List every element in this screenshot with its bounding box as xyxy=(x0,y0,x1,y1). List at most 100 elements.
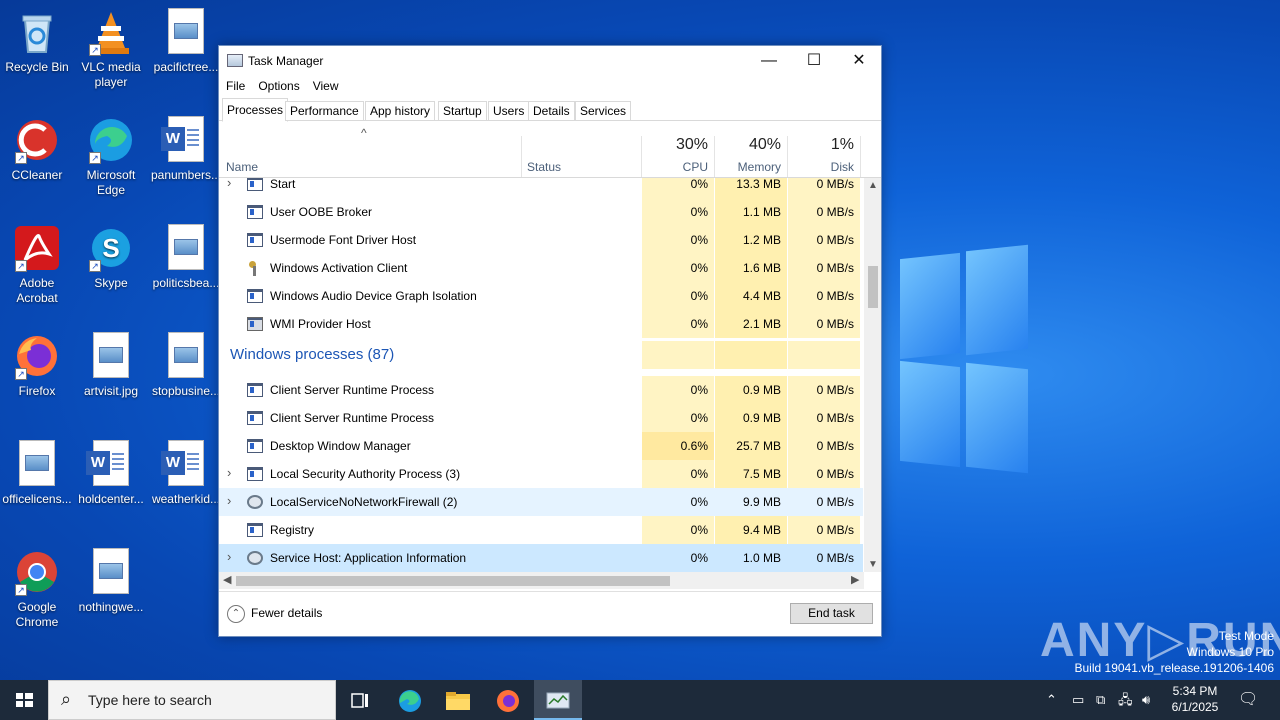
process-memory: 1.2 MB xyxy=(715,226,787,254)
taskbar-clock[interactable]: 5:34 PM 6/1/2025 xyxy=(1160,683,1230,715)
process-memory: 9.9 MB xyxy=(742,495,781,509)
desktop-icon-weatherkid[interactable]: W weatherkid... xyxy=(149,440,223,507)
tab-processes[interactable]: Processes xyxy=(222,98,289,122)
process-row[interactable]: Desktop Window Manager 0.6% 25.7 MB 0 MB/s xyxy=(219,432,863,460)
expand-chevron-icon[interactable]: › xyxy=(227,178,231,196)
column-name[interactable]: Name xyxy=(219,121,521,178)
desktop-icon-skype[interactable]: S ↗ Skype xyxy=(74,224,148,291)
scroll-right-icon[interactable]: ▶ xyxy=(851,573,859,586)
desktop-icon-panumbers[interactable]: W panumbers... xyxy=(149,116,223,183)
tab-users[interactable]: Users xyxy=(488,101,530,121)
process-row[interactable]: › LocalServiceNoNetworkFirewall (2) 0% 9.9 … xyxy=(219,488,863,516)
process-row[interactable]: Registry 0% 9.4 MB 0 MB/s xyxy=(219,516,863,544)
column-memory[interactable]: 40% Memory xyxy=(715,121,787,178)
process-name: Usermode Font Driver Host xyxy=(270,233,417,247)
scroll-thumb[interactable] xyxy=(236,576,670,586)
notification-icon[interactable]: 🗨︎ xyxy=(1238,680,1258,720)
process-row[interactable]: Windows Activation Client 0% 1.6 MB 0 MB/s xyxy=(219,254,863,282)
process-row[interactable]: › Service Host: Application Information 0%… xyxy=(219,544,863,572)
desktop-icon-politicsbea[interactable]: politicsbea... xyxy=(149,224,223,291)
scroll-down-icon[interactable]: ▼ xyxy=(868,559,878,570)
process-row[interactable]: › Start 0% 13.3 MB 0 MB/s xyxy=(219,178,863,198)
memory-total-percent: 40% xyxy=(748,136,781,153)
minimize-button[interactable]: — xyxy=(746,46,792,76)
section-header-row[interactable]: Windows processes (87) xyxy=(219,341,863,369)
process-cpu: 0% xyxy=(642,198,714,226)
scroll-thumb[interactable] xyxy=(868,266,878,308)
end-task-button[interactable]: End task xyxy=(790,603,873,624)
process-row[interactable]: WMI Provider Host 0% 2.1 MB 0 MB/s xyxy=(219,310,863,338)
task-view-button[interactable] xyxy=(336,680,384,720)
process-name: Start xyxy=(270,178,296,191)
desktop-icon-artvisit[interactable]: artvisit.jpg xyxy=(74,332,148,399)
desktop-icon-label: politicsbea... xyxy=(152,276,220,290)
chevron-up-icon[interactable]: ⌃ xyxy=(1046,680,1057,720)
scroll-left-icon[interactable]: ◀ xyxy=(223,573,231,586)
process-cpu: 0% xyxy=(690,551,708,565)
desktop-icon-recycle-bin[interactable]: Recycle Bin xyxy=(0,8,74,75)
desktop-icon-officelicens[interactable]: officelicens... xyxy=(0,440,74,507)
desktop-icon-vlc[interactable]: ↗ VLC media player xyxy=(74,8,148,90)
taskbar-edge[interactable] xyxy=(386,680,434,720)
maximize-button[interactable]: ☐ xyxy=(791,46,837,76)
process-row[interactable]: Client Server Runtime Process 0% 0.9 MB 0 M… xyxy=(219,376,863,404)
desktop-icon-acrobat[interactable]: ↗ Adobe Acrobat xyxy=(0,224,74,306)
tab-services[interactable]: Services xyxy=(575,101,632,121)
app-window-icon xyxy=(247,233,263,247)
title-bar[interactable]: Task Manager — ☐ ✕ xyxy=(219,46,881,76)
wmi-icon xyxy=(247,317,263,331)
process-row[interactable]: › Local Security Authority Process (3) 0% 7… xyxy=(219,460,863,488)
process-row[interactable]: Windows Audio Device Graph Isolation 0% 4.… xyxy=(219,282,863,310)
column-memory-label: Memory xyxy=(737,160,781,174)
taskbar-task-manager[interactable] xyxy=(534,680,582,720)
desktop-icon-label: stopbusine... xyxy=(151,384,221,398)
taskbar-file-explorer[interactable] xyxy=(434,680,482,720)
process-row[interactable]: Usermode Font Driver Host 0% 1.2 MB 0 MB/s xyxy=(219,226,863,254)
vertical-scrollbar[interactable]: ▲ ▼ xyxy=(864,178,881,572)
taskbar-firefox[interactable] xyxy=(484,680,532,720)
process-cpu: 0% xyxy=(642,178,714,198)
process-name: Client Server Runtime Process xyxy=(270,383,435,397)
start-button[interactable] xyxy=(0,680,48,720)
process-row[interactable]: Client Server Runtime Process 0% 0.9 MB 0 M… xyxy=(219,404,863,432)
expand-chevron-icon[interactable]: › xyxy=(227,488,231,514)
process-disk: 0 MB/s xyxy=(788,282,860,310)
desktop-icon-stopbusine[interactable]: stopbusine... xyxy=(149,332,223,399)
process-row[interactable]: User OOBE Broker 0% 1.1 MB 0 MB/s xyxy=(219,198,863,226)
search-placeholder: Type here to search xyxy=(88,692,212,708)
taskbar-search-box[interactable]: ⌕ Type here to search xyxy=(48,680,336,720)
desktop-icon-nothingwe[interactable]: nothingwe... xyxy=(74,548,148,615)
menu-file[interactable]: File xyxy=(219,76,245,96)
tray-device-icon[interactable]: ▭ xyxy=(1072,680,1084,720)
tab-details[interactable]: Details xyxy=(528,101,575,121)
fewer-details-button[interactable]: ⌃ Fewer details xyxy=(227,605,322,623)
desktop-icon-holdcenter[interactable]: W holdcenter... xyxy=(74,440,148,507)
tray-app-icon[interactable]: ⧉ xyxy=(1096,680,1105,720)
process-disk: 0 MB/s xyxy=(788,310,860,338)
desktop-icon-firefox[interactable]: ↗ Firefox xyxy=(0,332,74,399)
menu-options[interactable]: Options xyxy=(245,76,299,96)
close-button[interactable]: ✕ xyxy=(836,46,882,76)
expand-chevron-icon[interactable]: › xyxy=(227,460,231,486)
volume-icon[interactable]: 🔊︎ xyxy=(1142,680,1150,720)
process-disk: 0 MB/s xyxy=(788,460,860,488)
word-document-icon: W xyxy=(86,440,129,486)
column-disk[interactable]: 1% Disk xyxy=(788,121,860,178)
desktop-icon-ccleaner[interactable]: ↗ CCleaner xyxy=(0,116,74,183)
desktop-icon-edge[interactable]: ↗ Microsoft Edge xyxy=(74,116,148,198)
network-icon[interactable]: 🖧 xyxy=(1118,680,1133,720)
desktop-icon-chrome[interactable]: ↗ Google Chrome xyxy=(0,548,74,630)
column-status[interactable]: Status xyxy=(522,121,641,178)
scroll-up-icon[interactable]: ▲ xyxy=(868,180,878,191)
tab-app-history[interactable]: App history xyxy=(365,101,436,121)
tab-performance[interactable]: Performance xyxy=(285,101,364,121)
horizontal-scrollbar[interactable]: ◀ ▶ xyxy=(219,572,864,589)
desktop-icon-pacifictree[interactable]: pacifictree... xyxy=(149,8,223,75)
task-view-icon xyxy=(351,693,368,708)
tab-startup[interactable]: Startup xyxy=(438,101,487,121)
svg-text:S: S xyxy=(102,233,119,263)
expand-chevron-icon[interactable]: › xyxy=(227,544,231,570)
menu-view[interactable]: View xyxy=(300,76,339,96)
edge-icon: ↗ xyxy=(87,116,135,164)
column-cpu[interactable]: 30% CPU xyxy=(642,121,714,178)
